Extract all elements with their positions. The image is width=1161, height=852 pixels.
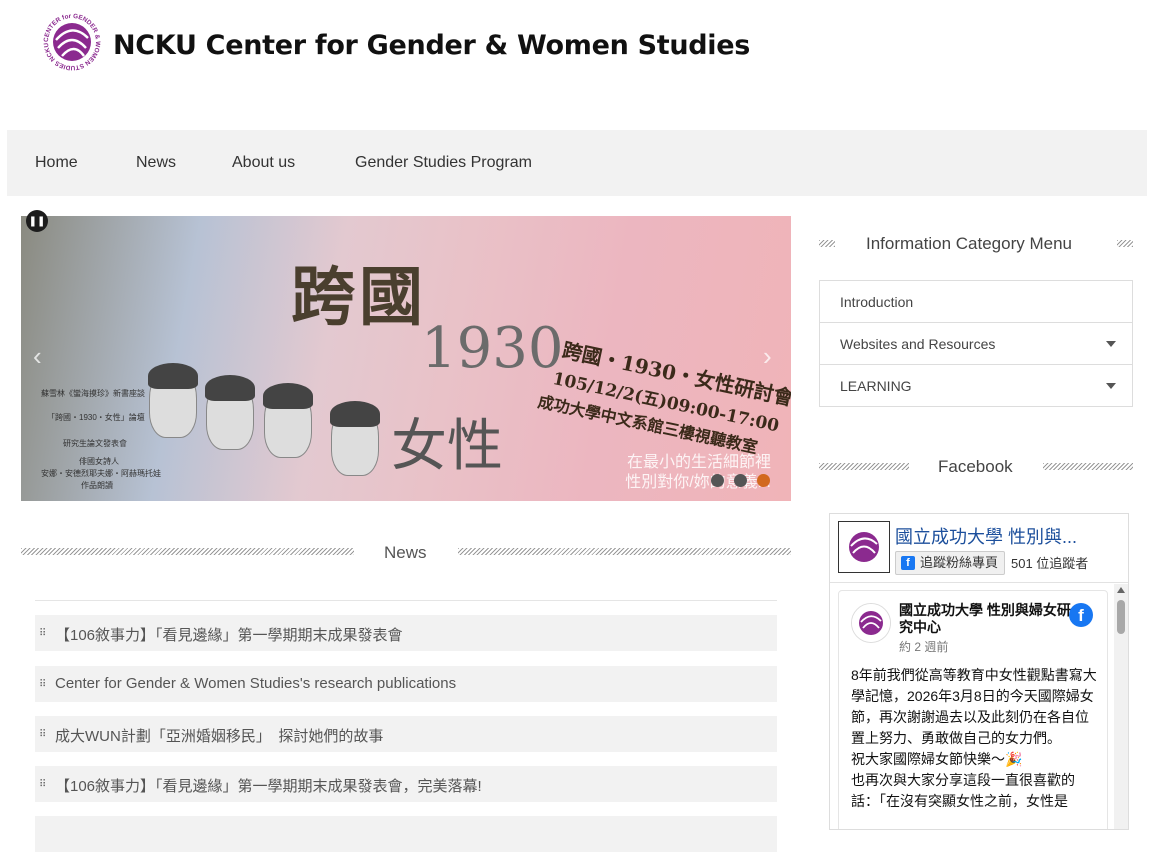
hatch-divider: [819, 240, 835, 247]
news-item-title[interactable]: 【106敘事力】「看見邊緣」第一學期期末成果發表會，完美落幕!: [55, 775, 482, 796]
page-avatar[interactable]: [838, 521, 890, 573]
news-heading: News: [21, 540, 791, 564]
category-item-label: LEARNING: [840, 378, 912, 394]
hatch-divider: [819, 463, 909, 470]
category-item-label: Introduction: [840, 294, 914, 310]
portrait: [330, 401, 380, 476]
slider-dot[interactable]: [711, 474, 724, 487]
hatch-divider: [458, 548, 791, 555]
site-title[interactable]: NCKU Center for Gender & Women Studies: [113, 30, 750, 61]
caret-down-icon[interactable]: [1106, 383, 1116, 389]
scroll-up-icon[interactable]: [1117, 587, 1125, 593]
hatch-divider: [21, 548, 354, 555]
slider-note: 「跨國・1930・女性」論壇: [47, 413, 145, 422]
caret-down-icon[interactable]: [1106, 341, 1116, 347]
scrollbar-thumb[interactable]: [1117, 600, 1125, 634]
post-author[interactable]: 國立成功大學 性別與婦女研究中心: [899, 602, 1074, 636]
news-item[interactable]: ⠿ 成大WUN計劃「亞洲婚姻移民」 探討她們的故事: [35, 716, 777, 752]
nav-about-us[interactable]: About us: [232, 154, 295, 172]
bullet-icon: ⠿: [39, 729, 47, 740]
slider-dots: [711, 474, 770, 487]
nav-gender-studies-program[interactable]: Gender Studies Program: [355, 154, 532, 172]
slider-note: 研究生論文發表會: [63, 439, 127, 448]
category-item-introduction[interactable]: Introduction: [820, 281, 1132, 323]
facebook-post: 國立成功大學 性別與婦女研究中心 約 2 週前 f 8年前我們從高等教育中女性觀…: [838, 590, 1108, 829]
news-item[interactable]: ⠿ 【106敘事力】「看見邊緣」第一學期期末成果發表會: [35, 615, 777, 651]
slider-title: 跨國: [291, 260, 427, 335]
slider-note: 俳國女詩人: [79, 457, 119, 466]
category-menu-heading-label: Information Category Menu: [866, 234, 1072, 253]
category-menu: Introduction Websites and Resources LEAR…: [819, 280, 1133, 407]
portrait: [148, 363, 198, 438]
slider-dot-active[interactable]: [757, 474, 770, 487]
news-item[interactable]: [35, 816, 777, 852]
divider: [35, 600, 777, 601]
category-item-label: Websites and Resources: [840, 336, 996, 352]
bullet-icon: ⠿: [39, 628, 47, 639]
follow-page-button[interactable]: f 追蹤粉絲專頁: [895, 551, 1006, 575]
news-item[interactable]: ⠿ 【106敘事力】「看見邊緣」第一學期期末成果發表會，完美落幕!: [35, 766, 777, 802]
facebook-heading-label: Facebook: [938, 457, 1013, 476]
center-logo[interactable]: CENTER for GENDER & WOMEN STUDIES NCKU: [42, 12, 102, 72]
slider-note: 蘇雪林《蠻海摸珍》新書座談: [41, 389, 145, 398]
chevron-right-icon[interactable]: ›: [763, 341, 772, 372]
site-header: CENTER for GENDER & WOMEN STUDIES NCKU N…: [0, 0, 1161, 130]
news-heading-label: News: [384, 543, 427, 562]
slider-bottom-text: 在最小的生活細節裡 性別對你/妳的意義...: [625, 453, 771, 493]
slider-note: 作品朗讀: [81, 481, 113, 490]
category-item-websites-resources[interactable]: Websites and Resources: [820, 323, 1132, 365]
post-time[interactable]: 約 2 週前: [899, 638, 948, 655]
portrait: [205, 375, 255, 450]
slider-year: 1930: [421, 316, 564, 381]
main-nav: Home News About us Gender Studies Progra…: [7, 130, 1147, 196]
post-body: 8年前我們從高等教育中女性觀點書寫大學記憶，2026年3月8日的今天國際婦女節，…: [851, 667, 1097, 809]
facebook-heading: Facebook: [819, 455, 1133, 479]
news-item-title[interactable]: 【106敘事力】「看見邊緣」第一學期期末成果發表會: [55, 624, 403, 645]
bullet-icon: ⠿: [39, 679, 47, 690]
follower-count: 501 位追蹤者: [1011, 556, 1089, 571]
hero-slider[interactable]: 蘇雪林《蠻海摸珍》新書座談 「跨國・1930・女性」論壇 研究生論文發表會 俳國…: [21, 216, 791, 501]
facebook-widget: 國立成功大學 性別與... f 追蹤粉絲專頁 501 位追蹤者 國立成功大學 性…: [829, 513, 1129, 830]
slider-subtitle: 女性: [391, 414, 503, 479]
hatch-divider: [1043, 463, 1133, 470]
slider-bottom-line: 在最小的生活細節裡: [626, 454, 771, 471]
category-item-learning[interactable]: LEARNING: [820, 365, 1132, 406]
category-menu-heading: Information Category Menu: [819, 232, 1133, 256]
chevron-left-icon[interactable]: ‹: [33, 341, 42, 372]
news-item-title[interactable]: Center for Gender & Women Studies's rese…: [55, 675, 456, 692]
pause-icon[interactable]: ❚❚: [26, 210, 48, 232]
slider-note: 安娜・安德烈耶夫娜・阿赫瑪托娃: [41, 469, 161, 478]
scrollbar[interactable]: [1114, 584, 1128, 829]
nav-news[interactable]: News: [136, 154, 176, 172]
facebook-icon[interactable]: f: [1069, 603, 1093, 627]
news-item-title[interactable]: 成大WUN計劃「亞洲婚姻移民」 探討她們的故事: [55, 725, 383, 746]
post-avatar[interactable]: [851, 603, 891, 643]
slider-dot[interactable]: [734, 474, 747, 487]
follow-page-label: 追蹤粉絲專頁: [920, 555, 999, 570]
portrait: [263, 383, 313, 458]
bullet-icon: ⠿: [39, 779, 47, 790]
facebook-page-header: 國立成功大學 性別與... f 追蹤粉絲專頁 501 位追蹤者: [830, 514, 1128, 583]
news-item[interactable]: ⠿ Center for Gender & Women Studies's re…: [35, 666, 777, 702]
nav-home[interactable]: Home: [35, 154, 78, 172]
facebook-page-name[interactable]: 國立成功大學 性別與...: [895, 523, 1077, 549]
facebook-icon: f: [901, 556, 915, 570]
hatch-divider: [1117, 240, 1133, 247]
